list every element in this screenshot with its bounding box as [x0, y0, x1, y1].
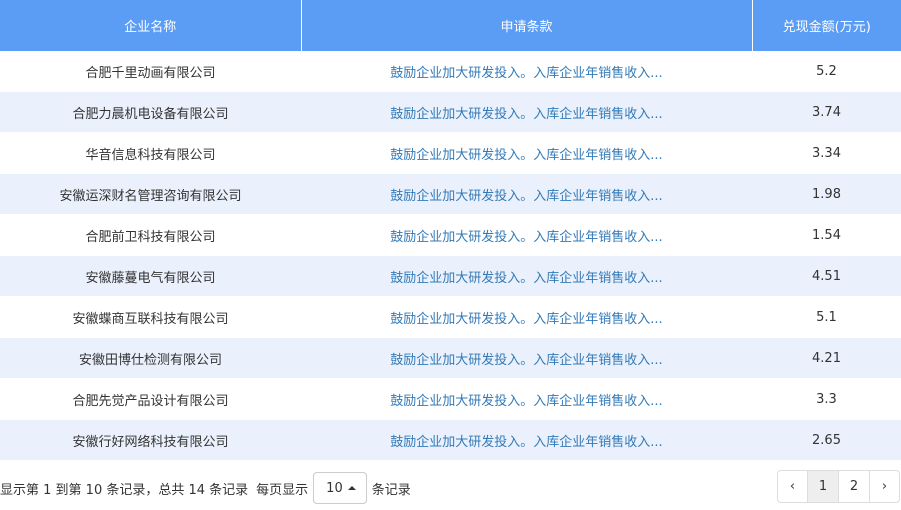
company-name-cell: 安徽蝶商互联科技有限公司: [0, 296, 301, 338]
clause-link[interactable]: 鼓励企业加大研发投入。入库企业年销售收入...: [390, 435, 662, 450]
next-page-button[interactable]: ›: [869, 470, 900, 503]
amount-cell: 5.2: [752, 51, 901, 92]
amount-cell: 3.34: [752, 132, 901, 174]
table-row: 合肥千里动画有限公司 鼓励企业加大研发投入。入库企业年销售收入... 5.2: [0, 51, 901, 92]
amount-cell: 3.74: [752, 91, 901, 133]
company-name-cell: 合肥先觉产品设计有限公司: [0, 378, 301, 420]
clause-link[interactable]: 鼓励企业加大研发投入。入库企业年销售收入...: [390, 66, 662, 81]
table-row: 安徽行好网络科技有限公司 鼓励企业加大研发投入。入库企业年销售收入... 2.6…: [0, 419, 901, 461]
amount-cell: 4.21: [752, 337, 901, 379]
clause-link[interactable]: 鼓励企业加大研发投入。入库企业年销售收入...: [390, 148, 662, 163]
clause-cell: 鼓励企业加大研发投入。入库企业年销售收入...: [301, 337, 752, 379]
company-name-cell: 合肥千里动画有限公司: [0, 51, 301, 92]
company-name-cell: 安徽行好网络科技有限公司: [0, 419, 301, 461]
clause-cell: 鼓励企业加大研发投入。入库企业年销售收入...: [301, 51, 752, 92]
page-size-value: 10: [326, 480, 343, 496]
table-header: 企业名称 申请条款 兑现金额(万元): [0, 0, 901, 51]
table-body: 合肥千里动画有限公司 鼓励企业加大研发投入。入库企业年销售收入... 5.2 合…: [0, 51, 901, 461]
table-row: 安徽藤蔓电气有限公司 鼓励企业加大研发投入。入库企业年销售收入... 4.51: [0, 255, 901, 297]
table-row: 合肥力晨机电设备有限公司 鼓励企业加大研发投入。入库企业年销售收入... 3.7…: [0, 91, 901, 133]
clause-cell: 鼓励企业加大研发投入。入库企业年销售收入...: [301, 419, 752, 461]
clause-link[interactable]: 鼓励企业加大研发投入。入库企业年销售收入...: [390, 312, 662, 327]
amount-cell: 1.98: [752, 173, 901, 215]
pagination: ‹ 1 2 ›: [777, 470, 900, 503]
company-name-cell: 安徽田博仕检测有限公司: [0, 337, 301, 379]
data-table: 企业名称 申请条款 兑现金额(万元) 合肥千里动画有限公司 鼓励企业加大研发投入…: [0, 0, 901, 461]
company-name-cell: 合肥力晨机电设备有限公司: [0, 91, 301, 133]
company-name-cell: 安徽运深财名管理咨询有限公司: [0, 173, 301, 215]
clause-cell: 鼓励企业加大研发投入。入库企业年销售收入...: [301, 91, 752, 133]
column-header-company[interactable]: 企业名称: [0, 0, 302, 51]
company-name-cell: 合肥前卫科技有限公司: [0, 214, 301, 256]
clause-cell: 鼓励企业加大研发投入。入库企业年销售收入...: [301, 296, 752, 338]
company-name-cell: 华音信息科技有限公司: [0, 132, 301, 174]
clause-cell: 鼓励企业加大研发投入。入库企业年销售收入...: [301, 132, 752, 174]
records-suffix: 条记录: [371, 482, 411, 498]
table-row: 合肥前卫科技有限公司 鼓励企业加大研发投入。入库企业年销售收入... 1.54: [0, 214, 901, 256]
column-header-clause[interactable]: 申请条款: [301, 0, 753, 51]
records-summary: 显示第 1 到第 10 条记录，总共 14 条记录: [0, 482, 249, 498]
clause-cell: 鼓励企业加大研发投入。入库企业年销售收入...: [301, 173, 752, 215]
caret-up-icon: [347, 486, 356, 490]
table-row: 安徽运深财名管理咨询有限公司 鼓励企业加大研发投入。入库企业年销售收入... 1…: [0, 173, 901, 215]
amount-cell: 2.65: [752, 419, 901, 461]
clause-cell: 鼓励企业加大研发投入。入库企业年销售收入...: [301, 255, 752, 297]
clause-link[interactable]: 鼓励企业加大研发投入。入库企业年销售收入...: [390, 271, 662, 286]
clause-cell: 鼓励企业加大研发投入。入库企业年销售收入...: [301, 214, 752, 256]
company-name-cell: 安徽藤蔓电气有限公司: [0, 255, 301, 297]
column-header-amount[interactable]: 兑现金额(万元): [752, 0, 901, 51]
pagination-info: 显示第 1 到第 10 条记录，总共 14 条记录 每页显示 10 条记录: [0, 470, 411, 506]
amount-cell: 1.54: [752, 214, 901, 256]
amount-cell: 4.51: [752, 255, 901, 297]
page-size-dropdown[interactable]: 10: [313, 472, 367, 504]
clause-cell: 鼓励企业加大研发投入。入库企业年销售收入...: [301, 378, 752, 420]
table-row: 安徽田博仕检测有限公司 鼓励企业加大研发投入。入库企业年销售收入... 4.21: [0, 337, 901, 379]
table-row: 合肥先觉产品设计有限公司 鼓励企业加大研发投入。入库企业年销售收入... 3.3: [0, 378, 901, 420]
clause-link[interactable]: 鼓励企业加大研发投入。入库企业年销售收入...: [390, 189, 662, 204]
amount-cell: 3.3: [752, 378, 901, 420]
table-row: 华音信息科技有限公司 鼓励企业加大研发投入。入库企业年销售收入... 3.34: [0, 132, 901, 174]
page-button-2[interactable]: 2: [838, 470, 870, 503]
table-row: 安徽蝶商互联科技有限公司 鼓励企业加大研发投入。入库企业年销售收入... 5.1: [0, 296, 901, 338]
clause-link[interactable]: 鼓励企业加大研发投入。入库企业年销售收入...: [390, 394, 662, 409]
clause-link[interactable]: 鼓励企业加大研发投入。入库企业年销售收入...: [390, 230, 662, 245]
clause-link[interactable]: 鼓励企业加大研发投入。入库企业年销售收入...: [390, 353, 662, 368]
amount-cell: 5.1: [752, 296, 901, 338]
per-page-label: 每页显示: [256, 482, 309, 498]
clause-link[interactable]: 鼓励企业加大研发投入。入库企业年销售收入...: [390, 107, 662, 122]
prev-page-button[interactable]: ‹: [777, 470, 808, 503]
page-button-1[interactable]: 1: [807, 470, 839, 503]
